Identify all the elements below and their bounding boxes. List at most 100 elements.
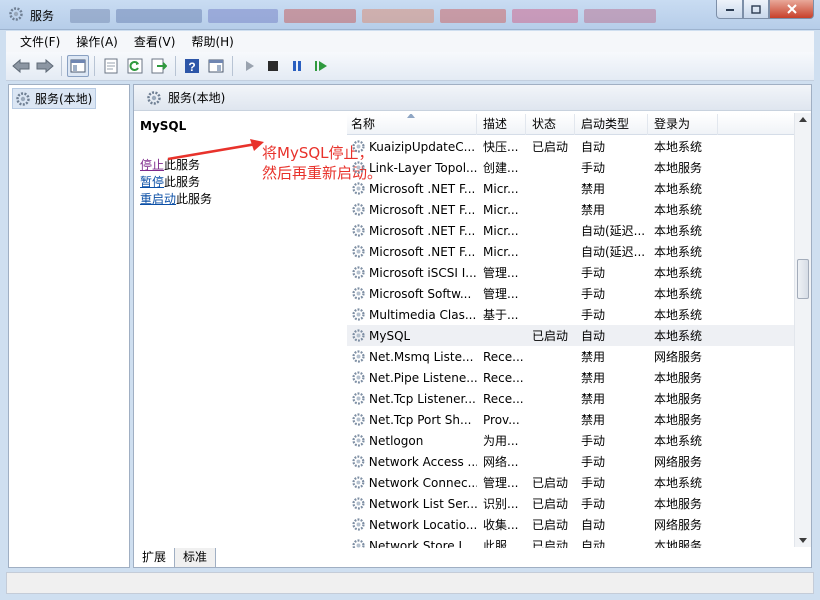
scroll-down-icon[interactable] [799, 538, 807, 543]
service-row[interactable]: Network List Ser... 识别... 已启动 手动 本地服务 [347, 493, 795, 514]
tree-item-services-local[interactable]: 服务(本地) [12, 88, 97, 109]
restart-service-link[interactable]: 重启动 [140, 192, 176, 206]
close-icon [786, 4, 797, 14]
action-pane-icon [208, 59, 224, 73]
service-status: 已启动 [532, 140, 569, 154]
service-name: Microsoft iSCSI I... [369, 265, 477, 280]
blurred-window-tab [362, 9, 434, 23]
pause-service-link[interactable]: 暂停 [140, 175, 164, 189]
column-header-filler [718, 114, 795, 135]
column-header-log-on-as[interactable]: 登录为 [648, 114, 718, 135]
service-description: Rece... [483, 391, 524, 406]
minimize-button[interactable] [716, 0, 743, 19]
service-log-on-as: 本地系统 [654, 266, 703, 280]
service-row[interactable]: Microsoft .NET F... Micr... 禁用 本地系统 [347, 199, 795, 220]
service-gear-icon [352, 539, 365, 548]
view-tabs: 扩展 标准 [133, 548, 217, 568]
service-row[interactable]: Net.Msmq Liste... Rece... 禁用 网络服务 [347, 346, 795, 367]
service-row[interactable]: Microsoft .NET F... Micr... 禁用 本地系统 [347, 178, 795, 199]
start-service-button[interactable] [238, 55, 260, 77]
service-description: Rece... [483, 370, 524, 385]
service-name-cell: Link-Layer Topol... [347, 160, 477, 175]
service-description: 管理... [483, 266, 519, 280]
service-row[interactable]: Net.Pipe Listene... Rece... 禁用 本地服务 [347, 367, 795, 388]
service-row[interactable]: Network Connec... 管理... 已启动 手动 本地系统 [347, 472, 795, 493]
service-name-cell: Microsoft iSCSI I... [347, 265, 477, 280]
service-gear-icon [352, 287, 365, 300]
tree-item-label: 服务(本地) [35, 92, 93, 106]
service-row[interactable]: KuaizipUpdateC... 快压... 已启动 自动 本地系统 [347, 136, 795, 157]
service-row[interactable]: Microsoft .NET F... Micr... 自动(延迟... 本地系统 [347, 241, 795, 262]
show-console-tree-button[interactable] [67, 55, 89, 77]
toolbar-separator [61, 56, 62, 76]
service-row[interactable]: Network Access ... 网络... 手动 网络服务 [347, 451, 795, 472]
service-row[interactable]: Microsoft iSCSI I... 管理... 手动 本地系统 [347, 262, 795, 283]
service-gear-icon [352, 350, 365, 363]
service-row[interactable]: Microsoft .NET F... Micr... 自动(延迟... 本地系统 [347, 220, 795, 241]
back-arrow-icon [12, 59, 30, 73]
service-description: 管理... [483, 476, 519, 490]
service-name-cell: MySQL [347, 328, 477, 343]
service-row[interactable]: Link-Layer Topol... 创建... 手动 本地服务 [347, 157, 795, 178]
service-gear-icon [352, 203, 365, 216]
properties-button[interactable] [100, 55, 122, 77]
service-status: 已启动 [532, 497, 569, 511]
service-name: Microsoft .NET F... [369, 244, 476, 259]
service-startup-type: 手动 [581, 308, 606, 322]
pause-service-button[interactable] [286, 55, 308, 77]
vertical-scrollbar[interactable] [794, 113, 811, 547]
blurred-window-tab [284, 9, 356, 23]
sort-ascending-icon [407, 114, 415, 118]
service-description: 识别... [483, 497, 519, 511]
service-description: 为用... [483, 434, 519, 448]
refresh-icon [127, 58, 143, 74]
service-log-on-as: 网络服务 [654, 518, 703, 532]
service-row[interactable]: Net.Tcp Listener... Rece... 禁用 本地服务 [347, 388, 795, 409]
scrollbar-thumb[interactable] [797, 259, 809, 299]
service-gear-icon [352, 308, 365, 321]
service-name-cell: Network List Ser... [347, 496, 477, 511]
show-action-pane-button[interactable] [205, 55, 227, 77]
column-header-startup-type[interactable]: 启动类型 [575, 114, 648, 135]
console-tree-icon [70, 59, 86, 73]
forward-button[interactable] [34, 55, 56, 77]
service-row[interactable]: Network Store I... 此服... 已启动 自动 本地服务 [347, 535, 795, 548]
service-name-cell: Network Locatio... [347, 517, 477, 532]
service-row[interactable]: MySQL 已启动 自动 本地系统 [347, 325, 795, 346]
refresh-button[interactable] [124, 55, 146, 77]
action-restart: 重启动此服务 [140, 191, 340, 208]
tab-extended[interactable]: 扩展 [133, 548, 176, 568]
service-name-cell: Network Store I... [347, 538, 477, 548]
tab-standard[interactable]: 标准 [174, 548, 217, 568]
column-header-description[interactable]: 描述 [477, 114, 526, 135]
service-row[interactable]: Netlogon 为用... 手动 本地系统 [347, 430, 795, 451]
action-suffix: 此服务 [176, 192, 213, 206]
maximize-button[interactable] [743, 0, 769, 19]
maximize-icon [751, 4, 761, 14]
close-button[interactable] [769, 0, 814, 19]
menu-action[interactable]: 操作(A) [68, 33, 126, 50]
service-description: 此服... [483, 539, 519, 548]
scroll-up-icon[interactable] [799, 117, 807, 122]
back-button[interactable] [10, 55, 32, 77]
service-startup-type: 禁用 [581, 350, 606, 364]
help-button[interactable]: ? [181, 55, 203, 77]
console-tree: 服务(本地) [8, 84, 130, 568]
stop-service-button[interactable] [262, 55, 284, 77]
service-name-cell: Microsoft Softw... [347, 286, 477, 301]
menu-help[interactable]: 帮助(H) [183, 33, 241, 50]
menu-file[interactable]: 文件(F) [12, 33, 68, 50]
column-header-status[interactable]: 状态 [526, 114, 575, 135]
selected-service-name: MySQL [140, 119, 187, 133]
export-list-button[interactable] [148, 55, 170, 77]
restart-service-button[interactable] [310, 55, 332, 77]
service-row[interactable]: Net.Tcp Port Sh... Prov... 禁用 本地服务 [347, 409, 795, 430]
service-row[interactable]: Multimedia Clas... 基于... 手动 本地系统 [347, 304, 795, 325]
service-log-on-as: 本地服务 [654, 161, 703, 175]
service-name-cell: Network Access ... [347, 454, 477, 469]
menu-view[interactable]: 查看(V) [126, 33, 184, 50]
service-row[interactable]: Network Locatio... 收集... 已启动 自动 网络服务 [347, 514, 795, 535]
service-row[interactable]: Microsoft Softw... 管理... 手动 本地系统 [347, 283, 795, 304]
stop-service-link[interactable]: 停止 [140, 158, 164, 172]
service-name-cell: Microsoft .NET F... [347, 223, 477, 238]
